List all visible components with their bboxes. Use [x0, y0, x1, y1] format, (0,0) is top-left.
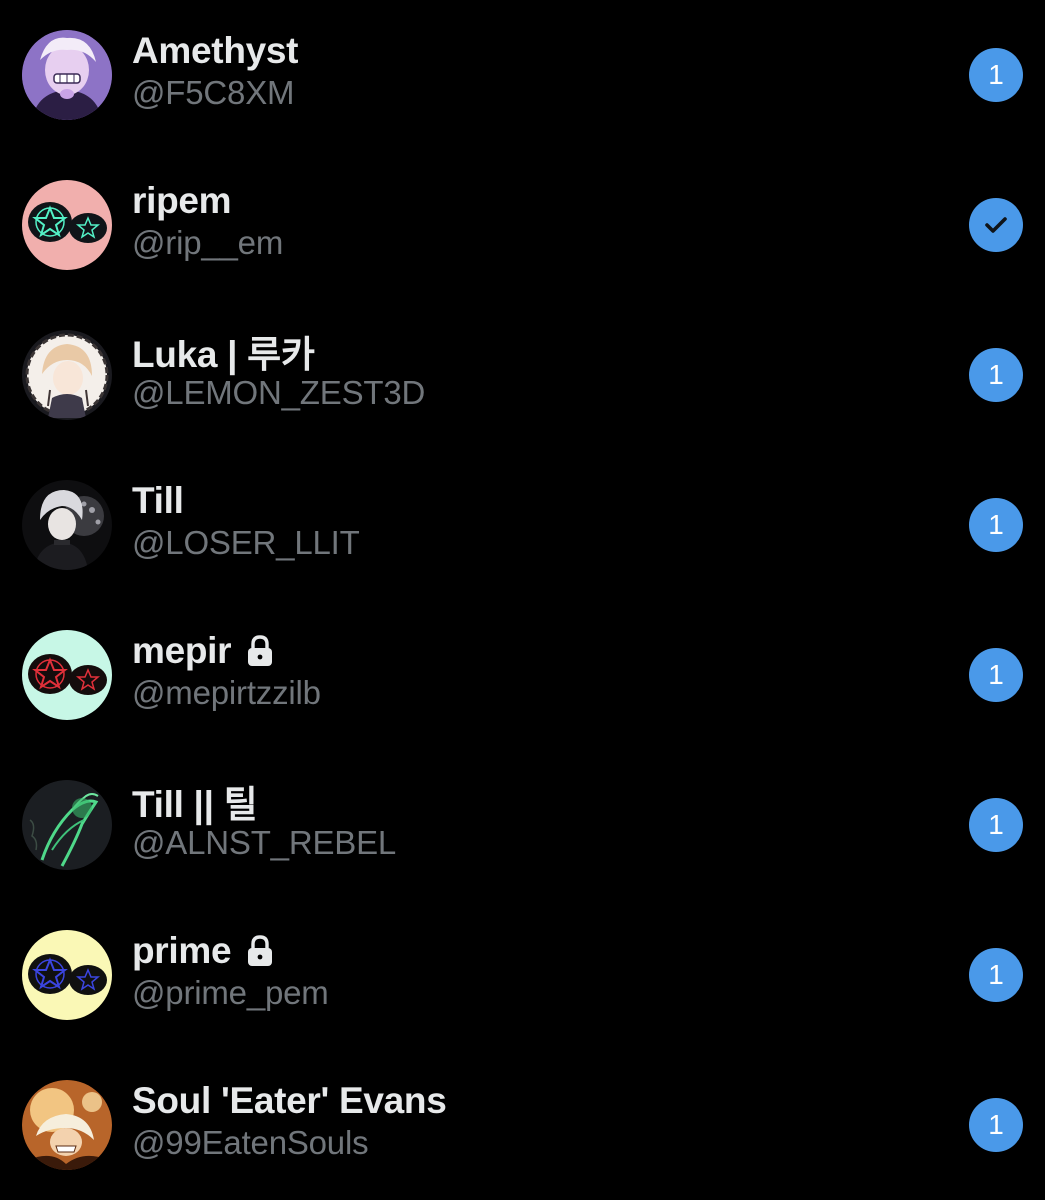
- account-row-till[interactable]: Till @LOSER_LLIT 1: [0, 450, 1045, 600]
- green-sketch-avatar: [22, 780, 112, 870]
- notification-count-badge: 1: [969, 498, 1023, 552]
- anime-grey-hair-avatar: [22, 480, 112, 570]
- checkmark-icon: [985, 217, 1007, 233]
- display-name: Amethyst: [132, 30, 299, 71]
- notification-count-badge: 1: [969, 798, 1023, 852]
- handle: @LEMON_ZEST3D: [132, 374, 426, 411]
- display-name: Till || 틸: [132, 784, 258, 825]
- display-name: Luka | 루카: [132, 334, 315, 375]
- anime-blonde-avatar: [22, 330, 112, 420]
- handle: @mepirtzzilb: [132, 674, 321, 711]
- account-row-amethyst[interactable]: Amethyst @F5C8XM 1: [0, 0, 1045, 150]
- display-name-line: Till: [132, 478, 184, 524]
- handle: @prime_pem: [132, 974, 329, 1011]
- notification-count-badge: 1: [969, 948, 1023, 1002]
- notification-count-badge: 1: [969, 648, 1023, 702]
- display-name: mepir: [132, 630, 232, 671]
- account-row-ripem[interactable]: ripem @rip__em: [0, 150, 1045, 300]
- display-name-line: Amethyst: [132, 28, 299, 74]
- display-name-line: Soul 'Eater' Evans: [132, 1078, 447, 1124]
- notification-count-badge: 1: [969, 48, 1023, 102]
- handle: @F5C8XM: [132, 74, 295, 111]
- handle: @rip__em: [132, 224, 284, 261]
- display-name-line: prime: [132, 928, 275, 974]
- display-name: Soul 'Eater' Evans: [132, 1080, 447, 1121]
- display-name: prime: [132, 930, 232, 971]
- display-name-line: ripem: [132, 178, 232, 224]
- display-name-line: Till || 틸: [132, 778, 258, 825]
- display-name: ripem: [132, 180, 232, 221]
- account-row-luka[interactable]: Luka | 루카 @LEMON_ZEST3D 1: [0, 300, 1045, 450]
- account-row-prime[interactable]: prime @prime_pem 1: [0, 900, 1045, 1050]
- pentagram-yellow-avatar: [22, 930, 112, 1020]
- pentagram-mint-avatar: [22, 630, 112, 720]
- pentagram-pink-avatar: [22, 180, 112, 270]
- display-name: Till: [132, 480, 184, 521]
- account-row-till-kr[interactable]: Till || 틸 @ALNST_REBEL 1: [0, 750, 1045, 900]
- notification-count-badge: 1: [969, 1098, 1023, 1152]
- selected-check-badge: [969, 198, 1023, 252]
- notification-count-badge: 1: [969, 348, 1023, 402]
- lock-icon: [245, 934, 275, 968]
- display-name-line: mepir: [132, 628, 275, 674]
- account-list: Amethyst @F5C8XM 1 ripem @rip__em Luka |…: [0, 0, 1045, 1200]
- handle: @LOSER_LLIT: [132, 524, 360, 561]
- handle: @99EatenSouls: [132, 1124, 369, 1161]
- amethyst-avatar: [22, 30, 112, 120]
- display-name-line: Luka | 루카: [132, 328, 315, 375]
- soul-eater-avatar: [22, 1080, 112, 1170]
- account-row-soul-eater-evans[interactable]: Soul 'Eater' Evans @99EatenSouls 1: [0, 1050, 1045, 1200]
- handle: @ALNST_REBEL: [132, 824, 397, 861]
- account-row-mepir[interactable]: mepir @mepirtzzilb 1: [0, 600, 1045, 750]
- lock-icon: [245, 634, 275, 668]
